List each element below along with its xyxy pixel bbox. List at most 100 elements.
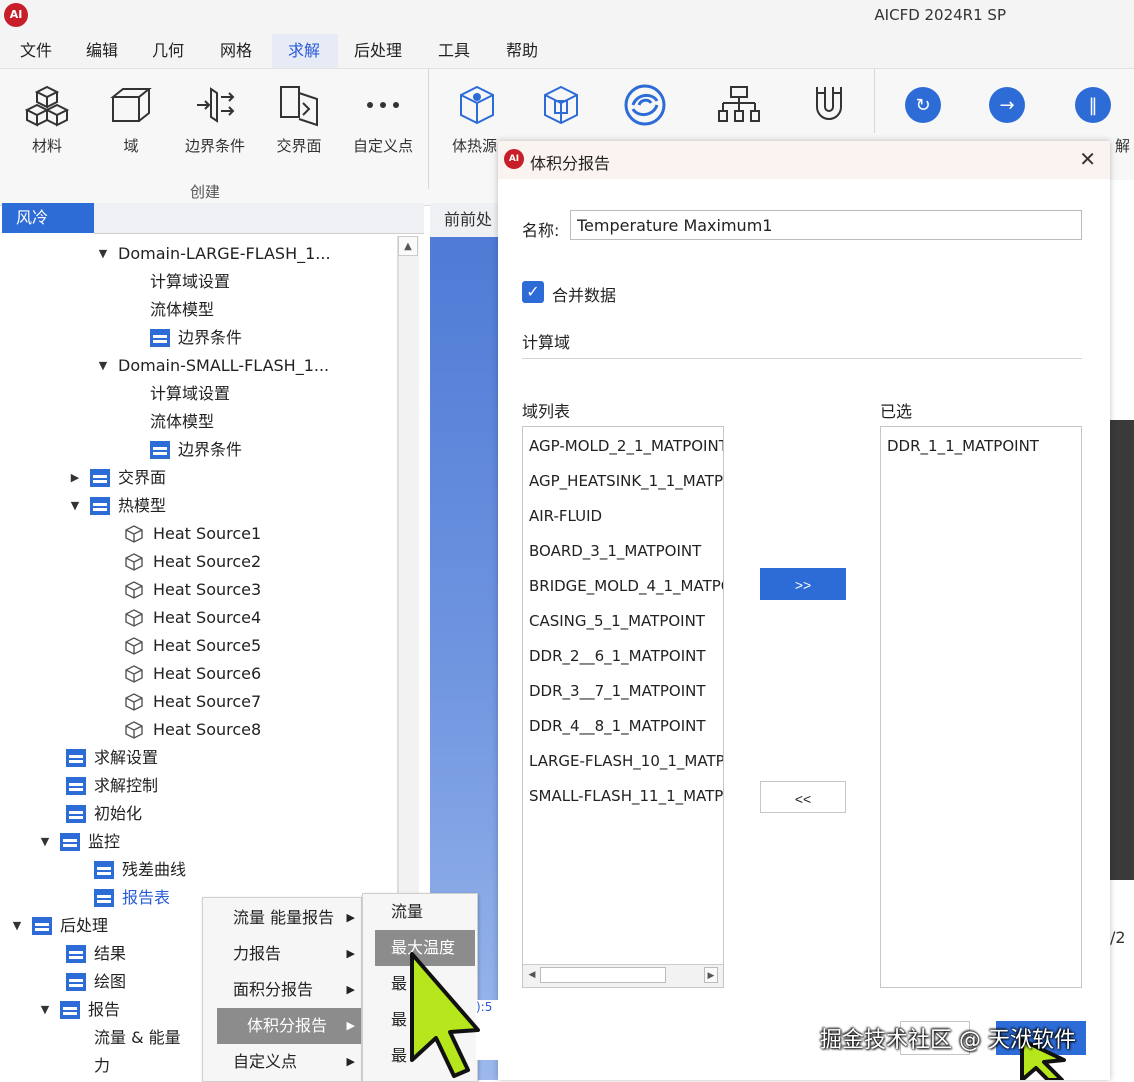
tree-item-flow-energy[interactable]: 流量 & 能量	[94, 1024, 181, 1052]
list-item[interactable]: SMALL-FLASH_11_1_MATPOINT	[529, 779, 723, 814]
swirl-tool-button[interactable]	[608, 77, 682, 133]
list-item[interactable]: CASING_5_1_MATPOINT	[529, 604, 705, 639]
add-to-selected-button[interactable]: >>	[760, 568, 846, 600]
tree-item-monitors[interactable]: ▼ 监控	[38, 828, 120, 856]
scrollbar-thumb[interactable]	[540, 967, 666, 983]
merge-data-checkbox[interactable]: ✓	[522, 281, 544, 303]
table-icon	[90, 497, 110, 515]
menu-tools[interactable]: 工具	[428, 34, 480, 68]
tree-item-initialization[interactable]: 初始化	[66, 800, 142, 828]
list-item[interactable]: AIR-FLUID	[529, 499, 602, 534]
run-button[interactable]: →	[970, 77, 1044, 133]
tree-item-fluid-model[interactable]: 流体模型	[150, 296, 214, 324]
app-title: AICFD 2024R1 SP	[874, 6, 1006, 24]
selected-list-label: 已选	[880, 402, 913, 421]
report-context-menu: 流量 能量报告 ▶ 力报告 ▶ 面积分报告 ▶ 体积分报告 ▶ 自定义点 ▶	[202, 897, 362, 1082]
menu-postprocess[interactable]: 后处理	[344, 34, 412, 68]
interface-button[interactable]: 交界面	[262, 77, 336, 156]
tree-item-plots[interactable]: 绘图	[66, 968, 126, 996]
tree-item-domain-settings[interactable]: 计算域设置	[150, 268, 230, 296]
cube-icon	[125, 637, 143, 655]
magnet-tool-button[interactable]	[792, 77, 866, 133]
menu-item-flow[interactable]: 流量	[363, 894, 477, 930]
tree-item-boundary-conditions[interactable]: 边界条件	[150, 324, 242, 352]
menu-item-volume-integral-report[interactable]: 体积分报告 ▶	[217, 1008, 361, 1044]
menu-item-custom-point[interactable]: 自定义点 ▶	[203, 1044, 361, 1080]
list-item[interactable]: DDR_1_1_MATPOINT	[887, 429, 1039, 464]
scroll-up-icon[interactable]: ▲	[398, 236, 418, 256]
list-item[interactable]: AGP_HEATSINK_1_1_MATPOINT	[529, 464, 723, 499]
tree-item-boundary-conditions[interactable]: 边界条件	[150, 436, 242, 464]
remove-from-selected-button[interactable]: <<	[760, 781, 846, 813]
tree-item-domain-small-flash[interactable]: ▼ Domain-SMALL-FLASH_1...	[96, 352, 329, 380]
tree-item-heat-source[interactable]: Heat Source3	[124, 576, 261, 604]
interface-label: 交界面	[276, 137, 322, 155]
model-preview	[1110, 420, 1134, 880]
chevron-down-icon: ▼	[98, 247, 108, 260]
close-icon[interactable]: ✕	[1079, 147, 1096, 171]
list-item[interactable]: BRIDGE_MOLD_4_1_MATPOINT	[529, 569, 723, 604]
domain-button[interactable]: 域	[94, 77, 168, 156]
refresh-button[interactable]: ↻	[886, 77, 960, 133]
table-icon	[66, 973, 86, 991]
chevron-right-icon: ▶	[346, 1055, 355, 1068]
tab-preprocess[interactable]: 前前处	[430, 203, 500, 237]
box-icon	[94, 77, 168, 133]
menu-file[interactable]: 文件	[10, 34, 62, 68]
menu-edit[interactable]: 编辑	[76, 34, 128, 68]
domain-listbox[interactable]: AGP-MOLD_2_1_MATPOINT AGP_HEATSINK_1_1_M…	[522, 426, 724, 988]
menu-help[interactable]: 帮助	[496, 34, 548, 68]
cube-icon	[125, 609, 143, 627]
chevron-down-icon: ▼	[70, 499, 80, 512]
tree-item-fluid-model[interactable]: 流体模型	[150, 408, 214, 436]
menu-solve[interactable]: 求解	[272, 34, 338, 68]
boundary-conditions-button[interactable]: 边界条件	[178, 77, 252, 156]
tree-item-heat-source[interactable]: Heat Source5	[124, 632, 261, 660]
menu-item-force-report[interactable]: 力报告 ▶	[203, 936, 361, 972]
tree-item-thermal-model[interactable]: ▼ 热模型	[68, 492, 166, 520]
cube-tool-button[interactable]	[524, 77, 598, 133]
tree-item-heat-source[interactable]: Heat Source8	[124, 716, 261, 744]
tree-item-results[interactable]: 结果	[66, 940, 126, 968]
tree-item-solver-control[interactable]: 求解控制	[66, 772, 158, 800]
list-item[interactable]: AGP-MOLD_2_1_MATPOINT	[529, 429, 723, 464]
hierarchy-tool-button[interactable]	[702, 77, 776, 133]
tree-item-force[interactable]: 力	[94, 1052, 110, 1080]
tree-item-residual-curve[interactable]: 残差曲线	[94, 856, 186, 884]
name-input[interactable]	[570, 210, 1082, 240]
scroll-left-icon[interactable]: ◀	[526, 967, 538, 983]
ribbon-group-label: 创建	[190, 183, 221, 201]
tree-item-reports[interactable]: ▼ 报告	[38, 996, 120, 1024]
list-item[interactable]: LARGE-FLASH_10_1_MATPOINT	[529, 744, 723, 779]
tree-item-heat-source[interactable]: Heat Source6	[124, 660, 261, 688]
tree-item-report-table[interactable]: 报告表	[94, 884, 170, 912]
tab-air-cooling[interactable]: 风冷	[2, 203, 94, 233]
list-item[interactable]: BOARD_3_1_MATPOINT	[529, 534, 701, 569]
scroll-right-icon[interactable]: ▶	[704, 967, 718, 983]
table-icon	[94, 889, 114, 907]
tree-item-heat-source[interactable]: Heat Source1	[124, 520, 261, 548]
list-item[interactable]: DDR_4__8_1_MATPOINT	[529, 709, 706, 744]
custom-point-button[interactable]: 自定义点	[346, 77, 420, 156]
tree-item-heat-source[interactable]: Heat Source2	[124, 548, 261, 576]
tree-item-interfaces[interactable]: ▶ 交界面	[68, 464, 166, 492]
menu-geometry[interactable]: 几何	[142, 34, 194, 68]
tree-item-heat-source[interactable]: Heat Source4	[124, 604, 261, 632]
tree-item-domain-settings[interactable]: 计算域设置	[150, 380, 230, 408]
left-tab-strip	[94, 203, 424, 234]
selected-listbox[interactable]: DDR_1_1_MATPOINT	[880, 426, 1082, 988]
menu-item-flow-energy-report[interactable]: 流量 能量报告 ▶	[203, 900, 361, 936]
watermark: 掘金技术社区 @ 天洑软件	[820, 1028, 1076, 1053]
tree-item-solver-settings[interactable]: 求解设置	[66, 744, 158, 772]
menu-mesh[interactable]: 网格	[210, 34, 262, 68]
tree-item-domain-large-flash[interactable]: ▼ Domain-LARGE-FLASH_1...	[96, 240, 331, 268]
tree-item-heat-source[interactable]: Heat Source7	[124, 688, 261, 716]
list-item[interactable]: DDR_2__6_1_MATPOINT	[529, 639, 706, 674]
materials-button[interactable]: 材料	[10, 77, 84, 156]
menu-item-surface-integral-report[interactable]: 面积分报告 ▶	[203, 972, 361, 1008]
domain-section-title: 计算域	[522, 333, 571, 352]
swirl-icon	[608, 77, 682, 133]
chevron-right-icon: ▶	[346, 947, 355, 960]
tree-item-postprocessing[interactable]: ▼ 后处理	[10, 912, 108, 940]
list-item[interactable]: DDR_3__7_1_MATPOINT	[529, 674, 706, 709]
